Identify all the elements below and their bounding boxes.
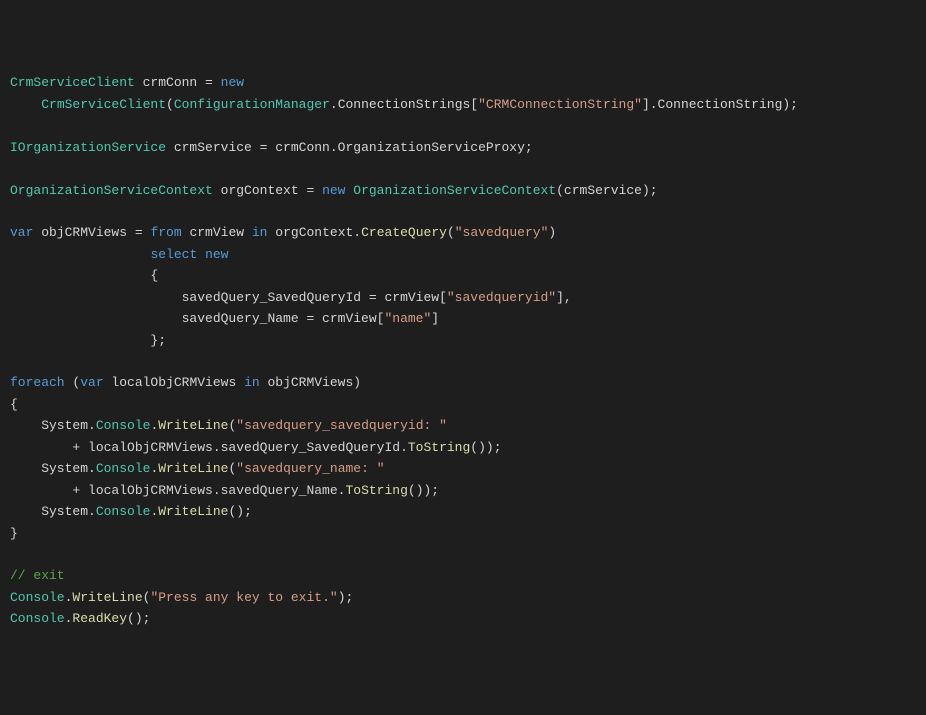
code-token: new	[205, 247, 228, 262]
code-token: objCRMViews =	[33, 225, 150, 240]
code-token: + localObjCRMViews.savedQuery_SavedQuery…	[10, 440, 408, 455]
code-token: new	[322, 183, 345, 198]
code-token	[10, 247, 150, 262]
code-token: {	[10, 268, 158, 283]
code-token: {	[10, 397, 18, 412]
code-token: objCRMViews)	[260, 375, 361, 390]
code-editor[interactable]: CrmServiceClient crmConn = new CrmServic…	[10, 72, 916, 629]
code-token: )	[548, 225, 556, 240]
code-token: };	[10, 333, 166, 348]
code-token: foreach	[10, 375, 65, 390]
code-token: ToString	[408, 440, 470, 455]
code-token: (	[447, 225, 455, 240]
code-token: Console	[10, 611, 65, 626]
code-token: CreateQuery	[361, 225, 447, 240]
code-token: localObjCRMViews	[104, 375, 244, 390]
code-token: ],	[556, 290, 572, 305]
code-token: // exit	[10, 568, 65, 583]
code-token: CrmServiceClient	[10, 75, 135, 90]
code-token	[197, 247, 205, 262]
code-token: (	[143, 590, 151, 605]
code-token: in	[252, 225, 268, 240]
code-token: Console	[10, 590, 65, 605]
code-token: (crmService);	[556, 183, 657, 198]
code-token: ToString	[345, 483, 407, 498]
code-token: Console	[96, 461, 151, 476]
code-token: savedQuery_Name = crmView[	[10, 311, 384, 326]
code-token: ]	[431, 311, 439, 326]
code-token: new	[221, 75, 244, 90]
code-token: Console	[96, 504, 151, 519]
code-token: "savedqueryid"	[447, 290, 556, 305]
code-token: );	[338, 590, 354, 605]
code-token: ();	[127, 611, 150, 626]
code-token: (	[166, 97, 174, 112]
code-token: var	[80, 375, 103, 390]
code-token: WriteLine	[72, 590, 142, 605]
code-token: }	[10, 526, 18, 541]
code-token: crmService = crmConn.OrganizationService…	[166, 140, 533, 155]
code-token: + localObjCRMViews.savedQuery_Name.	[10, 483, 345, 498]
code-token: OrganizationServiceContext	[10, 183, 213, 198]
code-token: ReadKey	[72, 611, 127, 626]
code-token: System.	[10, 461, 96, 476]
code-token: crmConn	[135, 75, 205, 90]
code-token: orgContext.	[267, 225, 361, 240]
code-token: ();	[228, 504, 251, 519]
code-token: .	[65, 590, 73, 605]
code-token: ConfigurationManager	[174, 97, 330, 112]
code-token: (	[65, 375, 81, 390]
code-token: crmView	[182, 225, 252, 240]
code-token: savedQuery_SavedQueryId = crmView[	[10, 290, 447, 305]
code-token: from	[150, 225, 181, 240]
code-token: WriteLine	[158, 504, 228, 519]
code-token: System.	[10, 504, 96, 519]
code-token: System.	[10, 418, 96, 433]
code-token: .	[65, 611, 73, 626]
code-token: "CRMConnectionString"	[478, 97, 642, 112]
code-token: var	[10, 225, 33, 240]
code-token: ].ConnectionString);	[642, 97, 798, 112]
code-token: IOrganizationService	[10, 140, 166, 155]
code-token: WriteLine	[158, 461, 228, 476]
code-token: WriteLine	[158, 418, 228, 433]
code-token: .ConnectionStrings[	[330, 97, 478, 112]
code-token: "Press any key to exit."	[150, 590, 337, 605]
code-token: orgContext =	[213, 183, 322, 198]
code-token: in	[244, 375, 260, 390]
code-token: Console	[96, 418, 151, 433]
code-token: OrganizationServiceContext	[353, 183, 556, 198]
code-token: "savedquery_savedqueryid: "	[236, 418, 447, 433]
code-token: CrmServiceClient	[41, 97, 166, 112]
code-token: "savedquery_name: "	[236, 461, 384, 476]
code-token: ());	[408, 483, 439, 498]
code-token: =	[205, 75, 221, 90]
code-token: select	[150, 247, 197, 262]
code-token	[10, 97, 41, 112]
code-token: ());	[470, 440, 501, 455]
code-token: "name"	[384, 311, 431, 326]
code-token: "savedquery"	[455, 225, 549, 240]
